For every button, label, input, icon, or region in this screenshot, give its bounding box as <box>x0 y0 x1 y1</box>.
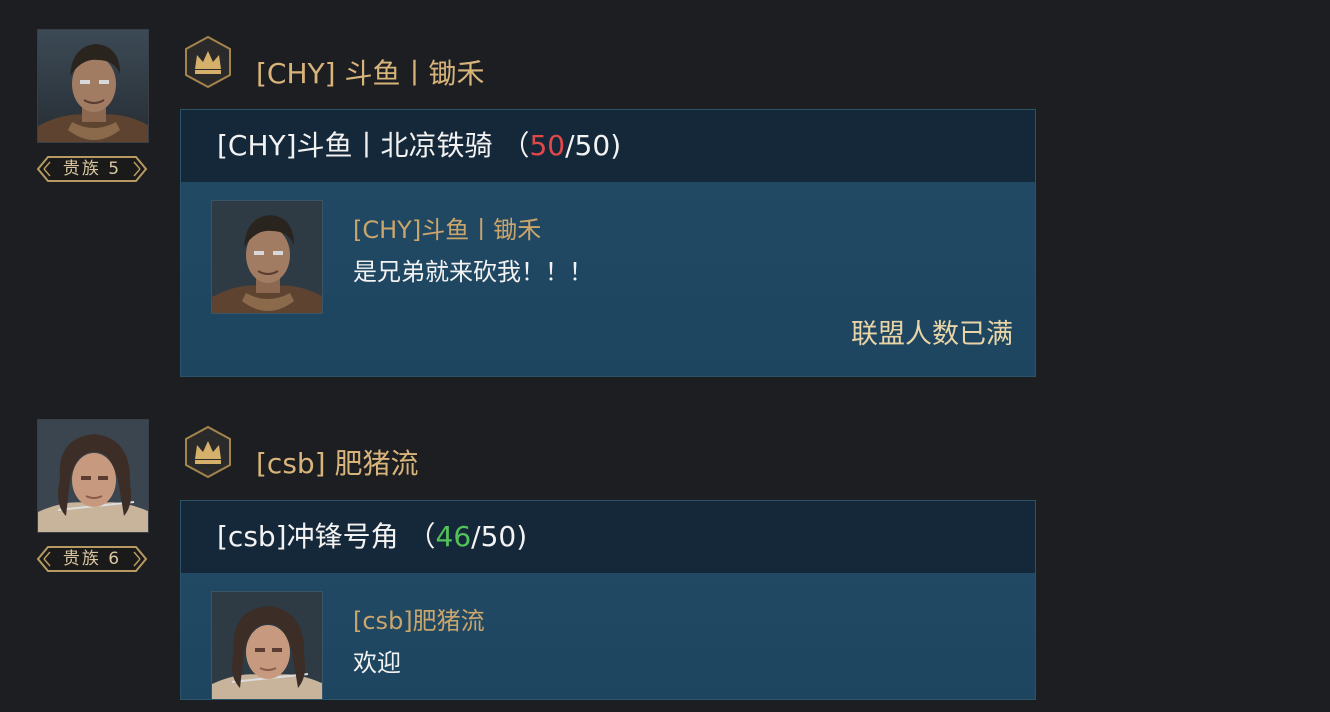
alliance-card-header: [csb]冲锋号角 （46/50) <box>181 501 1035 573</box>
alliance-card-body: [csb]肥猪流 欢迎 <box>181 573 1035 699</box>
noble-rank-badge: 贵族 6 <box>36 544 148 574</box>
leader-avatar[interactable] <box>211 591 323 699</box>
chat-message: 贵族 6 [csb] 肥猪流 [csb]冲锋号角 （46/50) [csb]肥猪… <box>0 0 1330 712</box>
rank-label: 贵族 6 <box>62 549 122 569</box>
member-max: /50 <box>471 520 517 553</box>
member-count-open-paren: （ <box>407 520 436 553</box>
crown-icon <box>184 425 232 479</box>
alliance-invite-card[interactable]: [csb]冲锋号角 （46/50) [csb]肥猪流 欢迎 <box>180 500 1036 700</box>
sender-name[interactable]: [csb] 肥猪流 <box>256 442 419 482</box>
alliance-title: [csb]冲锋号角 （46/50) <box>217 501 527 573</box>
member-count-close-paren: ) <box>516 520 528 553</box>
alliance-slogan: 欢迎 <box>353 649 401 677</box>
alliance-name: [csb]冲锋号角 <box>217 520 399 553</box>
sender-avatar[interactable] <box>37 419 149 533</box>
alliance-leader-name: [csb]肥猪流 <box>353 607 485 635</box>
member-count: 46 <box>435 520 472 553</box>
